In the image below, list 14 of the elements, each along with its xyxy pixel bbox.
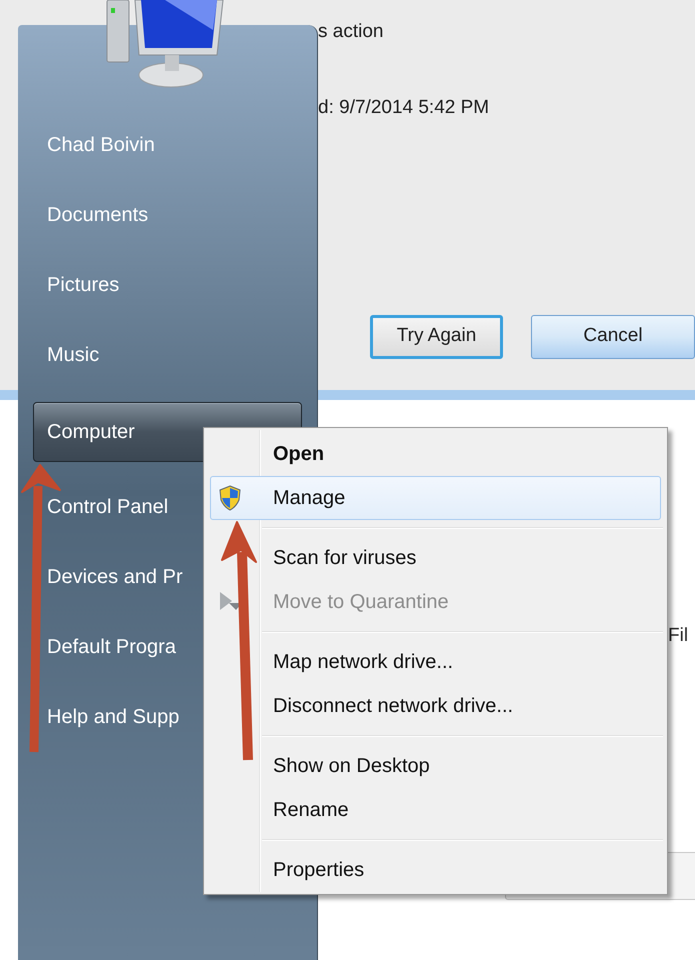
dialog-text: d: 9/7/2014 5:42 PM [318, 96, 490, 120]
context-menu-item[interactable]: Rename [210, 788, 661, 832]
context-menu-item[interactable]: Properties [210, 848, 661, 892]
shield-icon [219, 485, 241, 511]
context-menu-item[interactable]: Manage [210, 476, 661, 520]
start-menu-item[interactable]: Pictures [33, 255, 301, 315]
dialog-text: s action [318, 20, 384, 44]
start-menu-item[interactable]: Music [33, 325, 301, 385]
context-menu-item[interactable]: Map network drive... [210, 640, 661, 684]
dialog-button[interactable]: Try Again [370, 314, 503, 358]
dialog-button[interactable]: Cancel [531, 314, 695, 358]
context-menu-item[interactable]: Disconnect network drive... [210, 684, 661, 728]
context-menu-item[interactable]: Scan for viruses [210, 536, 661, 580]
context-menu-item[interactable]: Show on Desktop [210, 744, 661, 788]
